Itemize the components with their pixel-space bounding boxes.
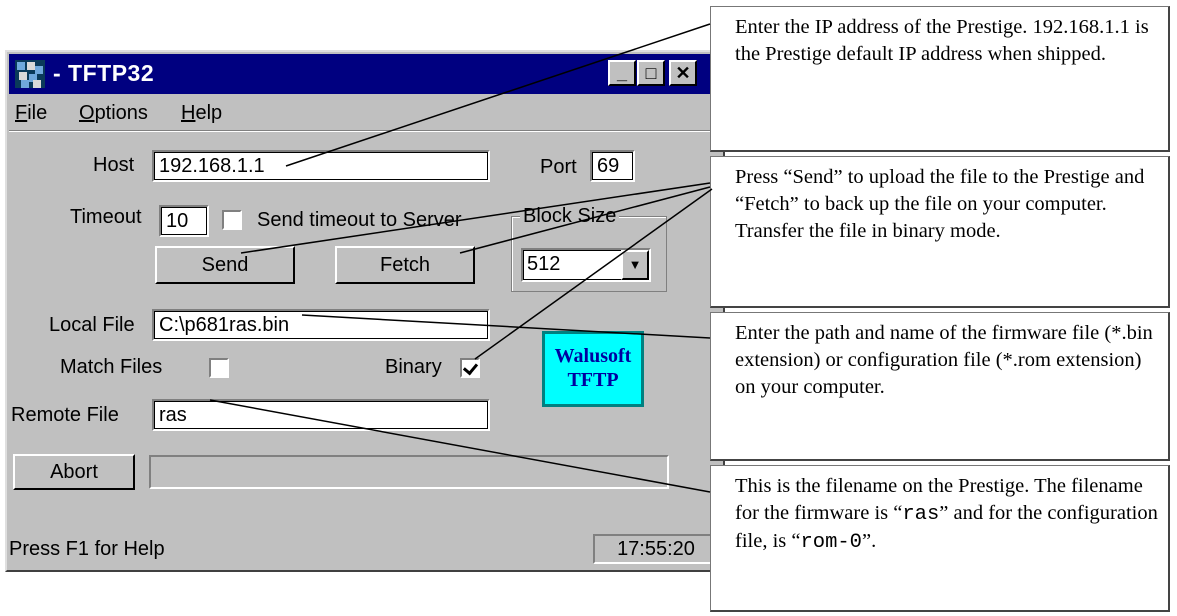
callout-leader-lines <box>209 23 713 493</box>
leader-remote-file <box>209 399 711 493</box>
leader-binary <box>474 188 713 360</box>
leader-send <box>240 182 711 254</box>
leader-host <box>285 23 711 167</box>
leader-fetch <box>459 186 711 254</box>
leader-local-file <box>301 314 711 339</box>
